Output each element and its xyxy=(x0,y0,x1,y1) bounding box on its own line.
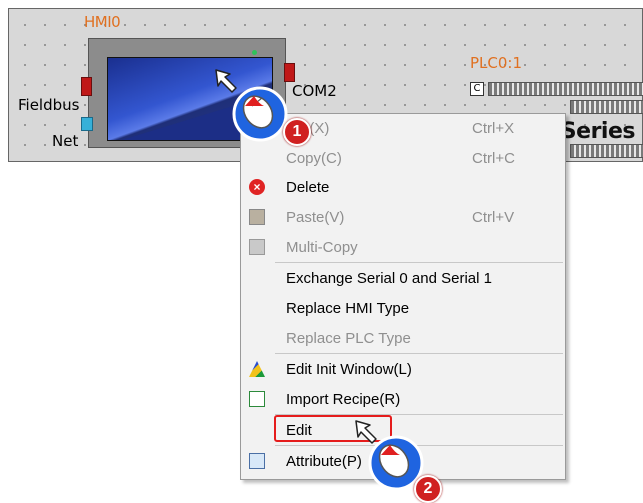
menu-item-copy[interactable]: Copy(C) Ctrl+C xyxy=(241,144,565,174)
menu-item-label: Edit Init Window(L) xyxy=(286,361,412,378)
step-1-badge: 1 xyxy=(283,118,311,146)
com2-label: COM2 xyxy=(292,82,337,100)
menu-item-label: Copy(C) xyxy=(286,150,342,167)
plc-terminal-strip xyxy=(570,144,643,158)
plc-terminal-strip xyxy=(570,100,643,114)
step-2-badge: 2 xyxy=(414,475,442,503)
menu-item-paste[interactable]: Paste(V) Ctrl+V xyxy=(241,203,565,233)
menu-item-exchange-serial[interactable]: Exchange Serial 0 and Serial 1 xyxy=(241,264,565,294)
menu-item-label: Multi-Copy xyxy=(286,239,358,256)
import-recipe-icon xyxy=(249,391,265,407)
menu-item-shortcut: Ctrl+C xyxy=(472,150,515,167)
menu-item-label: Replace HMI Type xyxy=(286,300,410,317)
click-cursor-icon xyxy=(215,69,288,142)
fieldbus-label: Fieldbus xyxy=(18,96,80,114)
plc-terminal-strip xyxy=(488,82,643,96)
menu-item-label: Attribute(P) xyxy=(286,453,362,470)
menu-item-label: Exchange Serial 0 and Serial 1 xyxy=(286,270,492,287)
attribute-icon xyxy=(249,453,265,469)
menu-item-label: Delete xyxy=(286,179,330,196)
hmi-label: HMI0 xyxy=(84,13,121,31)
net-port-icon[interactable] xyxy=(81,117,93,131)
menu-item-multi-copy[interactable]: Multi-Copy xyxy=(241,233,565,263)
init-window-icon xyxy=(249,361,265,377)
delete-icon: × xyxy=(249,179,265,195)
menu-item-import-recipe[interactable]: Import Recipe(R) xyxy=(241,385,565,415)
menu-item-label: Replace PLC Type xyxy=(286,330,411,347)
net-label: Net xyxy=(52,132,79,150)
menu-separator xyxy=(275,353,563,354)
menu-item-delete[interactable]: × Delete xyxy=(241,173,565,203)
multi-copy-icon xyxy=(249,239,265,255)
menu-item-shortcut: Ctrl+V xyxy=(472,209,515,226)
paste-icon xyxy=(249,209,265,225)
menu-item-edit-init-window[interactable]: Edit Init Window(L) xyxy=(241,355,565,385)
menu-item-shortcut: Ctrl+X xyxy=(472,120,515,137)
menu-item-label: Paste(V) xyxy=(286,209,345,226)
menu-item-replace-plc[interactable]: Replace PLC Type xyxy=(241,324,565,354)
plc-label: PLC0:1 xyxy=(470,54,523,72)
menu-separator xyxy=(275,262,563,263)
menu-item-label: Import Recipe(R) xyxy=(286,391,401,408)
menu-item-replace-hmi[interactable]: Replace HMI Type xyxy=(241,294,565,324)
fieldbus-port-icon[interactable] xyxy=(81,77,92,96)
hmi-led-icon xyxy=(252,50,257,55)
plc-port-icon: C xyxy=(470,82,484,96)
